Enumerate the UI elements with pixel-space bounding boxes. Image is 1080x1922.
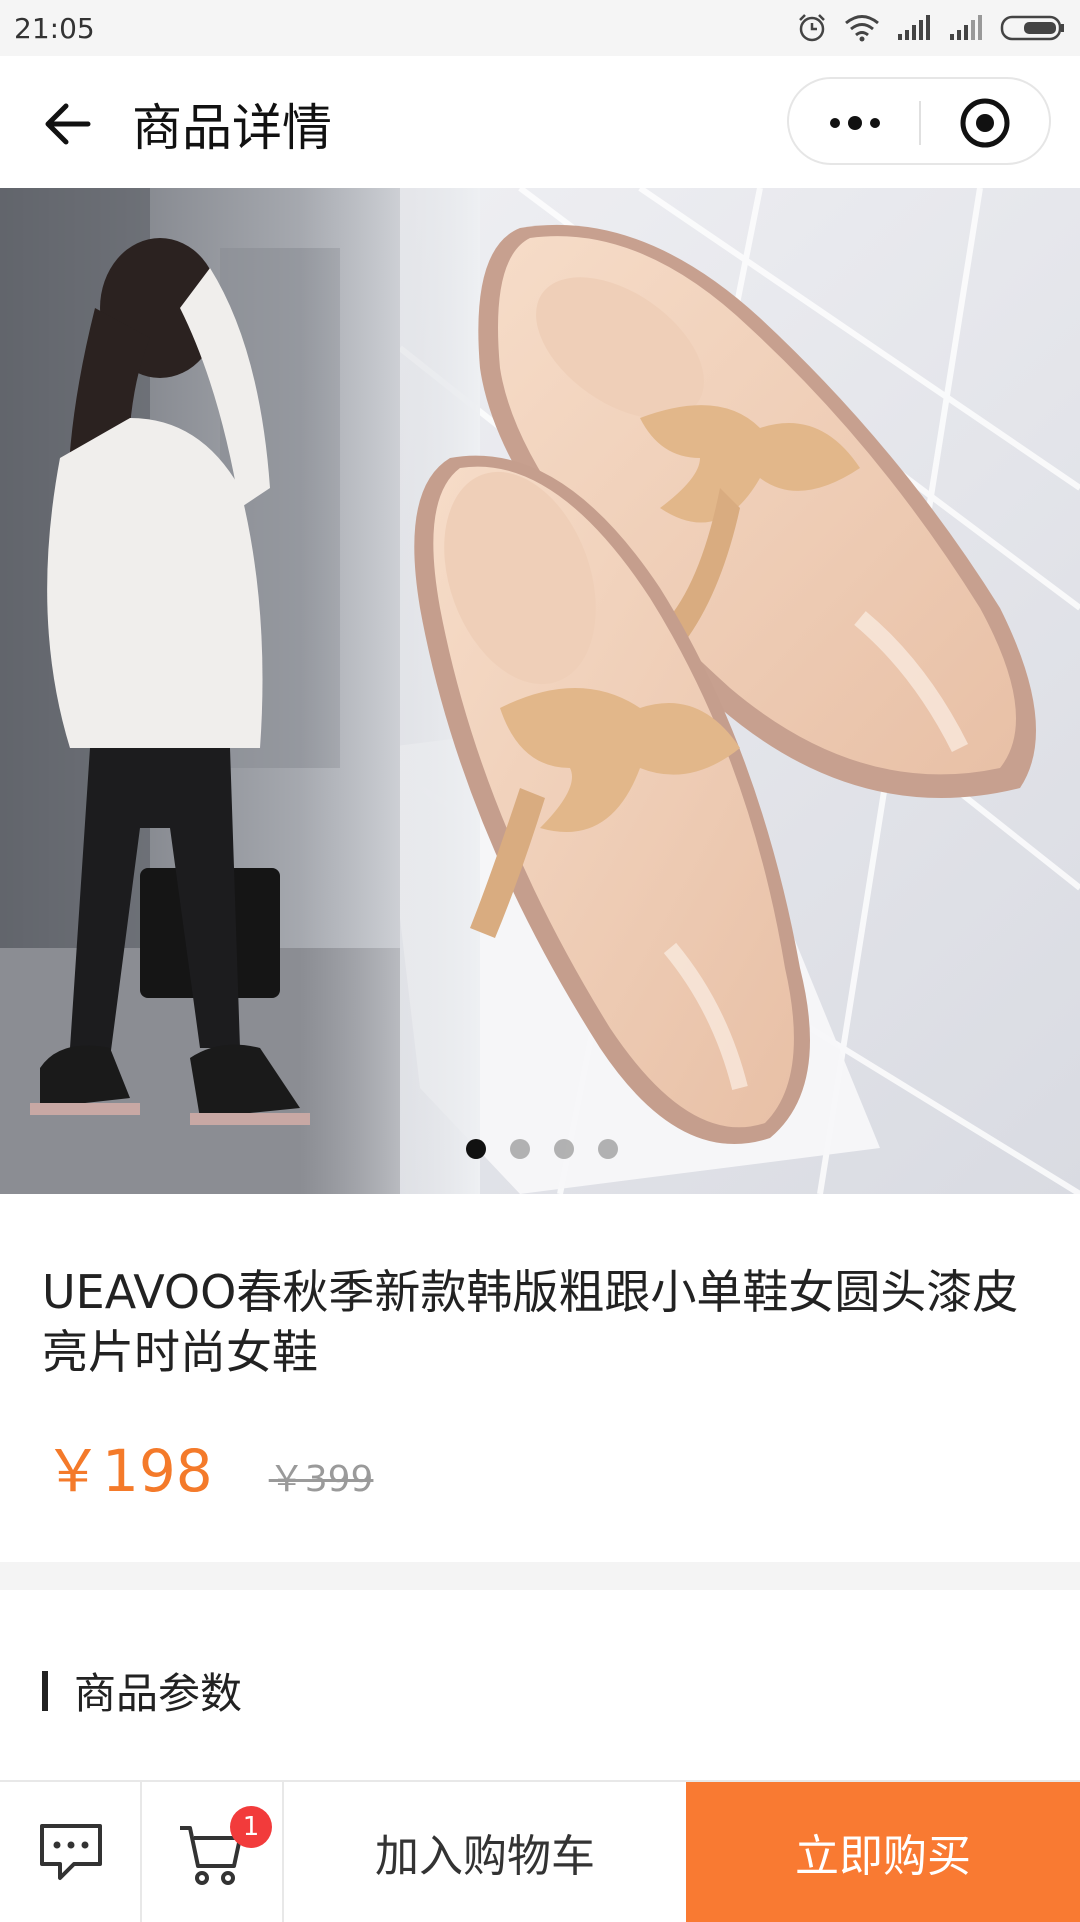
target-circle-icon[interactable] <box>957 95 1013 151</box>
params-section-header: 商品参数 <box>42 1660 242 1721</box>
carousel-dot-1[interactable] <box>466 1139 486 1159</box>
chat-bubble-icon <box>40 1824 102 1880</box>
cart-button[interactable]: 1 <box>142 1782 284 1922</box>
current-price: ￥198 <box>44 1437 213 1505</box>
wifi-icon <box>845 15 879 42</box>
buy-now-button[interactable]: 立即购买 <box>686 1782 1080 1922</box>
product-info: UEAVOO春秋季新款韩版粗跟小单鞋女圆头漆皮亮片时尚女鞋 <box>42 1262 1042 1382</box>
signal-icon <box>898 15 930 40</box>
capsule-divider <box>919 101 921 145</box>
cart-badge: 1 <box>230 1806 272 1848</box>
carousel-indicator <box>0 1137 1080 1161</box>
original-price: ￥399 <box>268 1459 374 1500</box>
product-title: UEAVOO春秋季新款韩版粗跟小单鞋女圆头漆皮亮片时尚女鞋 <box>42 1265 1019 1379</box>
more-dots-icon[interactable] <box>825 101 885 145</box>
status-bar: 21:05 <box>0 0 1080 56</box>
status-time: 21:05 <box>14 11 95 45</box>
section-accent-bar <box>42 1670 48 1711</box>
signal-icon <box>950 15 982 40</box>
add-to-cart-button[interactable]: 加入购物车 <box>284 1782 686 1922</box>
battery-icon <box>1000 15 1064 41</box>
carousel-dot-3[interactable] <box>554 1139 574 1159</box>
section-divider <box>0 1562 1080 1590</box>
mini-program-capsule <box>787 77 1051 165</box>
page-title: 商品详情 <box>132 99 332 157</box>
product-photo <box>0 188 1080 1194</box>
product-image-carousel[interactable] <box>0 188 1080 1194</box>
nav-bar: 商品详情 <box>0 56 1080 188</box>
chat-button[interactable] <box>0 1782 142 1922</box>
arrow-left-icon[interactable] <box>40 96 96 152</box>
status-icons <box>796 12 1066 44</box>
price-row: ￥198 ￥399 <box>44 1424 373 1508</box>
bottom-action-bar: 1 加入购物车 立即购买 <box>0 1780 1080 1922</box>
params-section-title: 商品参数 <box>74 1669 243 1718</box>
alarm-icon <box>799 14 825 42</box>
carousel-dot-2[interactable] <box>510 1139 530 1159</box>
carousel-dot-4[interactable] <box>598 1139 618 1159</box>
